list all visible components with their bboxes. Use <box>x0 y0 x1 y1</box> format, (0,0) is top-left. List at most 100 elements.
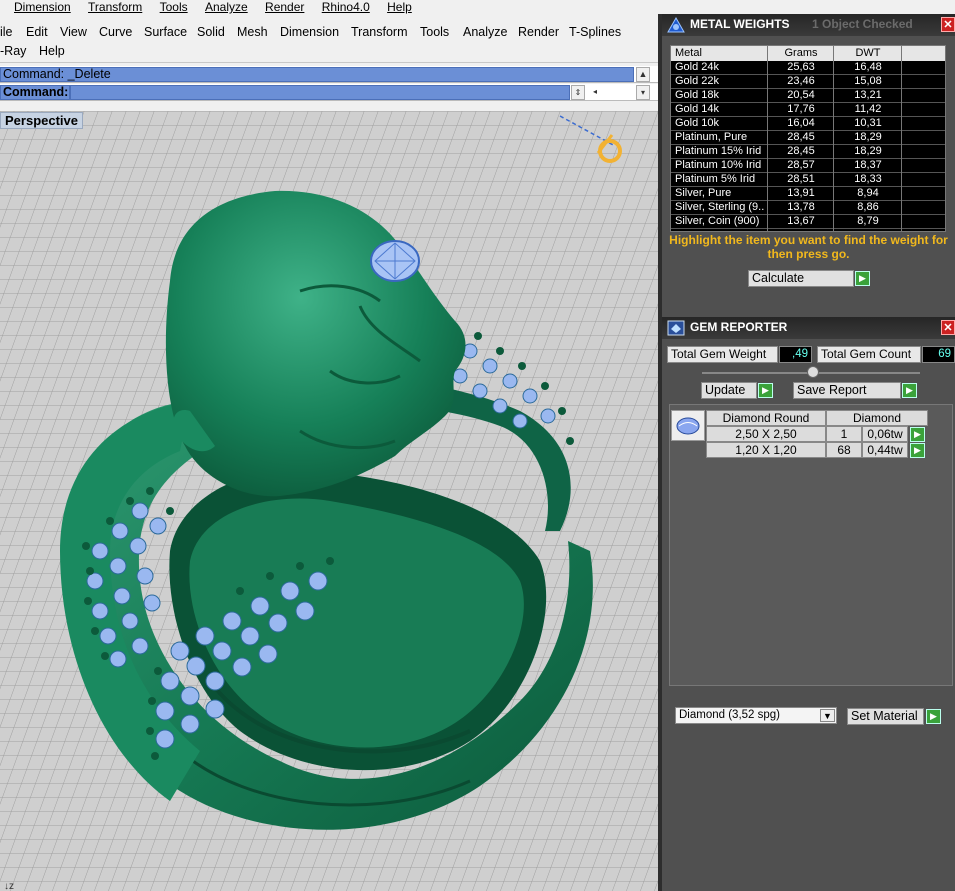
scroll-up-icon[interactable]: ▲ <box>636 67 650 82</box>
scroll-down-icon[interactable]: ▾ <box>636 85 650 100</box>
cell-dwt: 11,42 <box>854 103 882 115</box>
right-panel: METAL WEIGHTS 1 Object Checked ✕ Metal G… <box>658 14 955 891</box>
menu-curve[interactable]: Curve <box>99 25 132 39</box>
splitter-handle-icon[interactable] <box>807 366 819 378</box>
gem-row-count: 1 <box>826 426 862 442</box>
menu-solid[interactable]: Solid <box>197 25 225 39</box>
table-row[interactable]: Gold 22k 23,46 15,08 <box>671 75 945 89</box>
cell-metal: Gold 10k <box>675 117 720 129</box>
cell-metal: Platinum, Pure <box>675 131 748 143</box>
cell-grams: 13,78 <box>787 201 815 213</box>
cell-grams: 28,57 <box>787 159 815 171</box>
cell-dwt: 18,29 <box>854 131 882 143</box>
gem-material: Diamond <box>826 410 928 426</box>
menu-analyze-main[interactable]: Analyze <box>463 25 507 39</box>
table-row[interactable]: Platinum 5% Irid 28,51 18,33 <box>671 173 945 187</box>
menu-view[interactable]: View <box>60 25 87 39</box>
menu-file[interactable]: ile <box>0 25 13 39</box>
calculate-button[interactable]: Calculate <box>748 270 854 287</box>
menu-transform[interactable]: Transform <box>88 0 142 14</box>
update-button[interactable]: Update <box>701 382 757 399</box>
spin-icon[interactable]: ⇕ <box>571 85 585 100</box>
menu-edit[interactable]: Edit <box>26 25 48 39</box>
metal-weights-status: 1 Object Checked <box>812 17 913 31</box>
material-select[interactable]: Diamond (3,52 spg) <box>675 707 837 724</box>
cell-metal: Platinum 10% Irid <box>675 159 762 171</box>
gem-row-go-icon[interactable]: ▶ <box>910 443 925 458</box>
gem-name: Diamond Round <box>706 410 826 426</box>
gem-thumbnail[interactable] <box>671 410 705 441</box>
cell-dwt: 10,31 <box>854 117 882 129</box>
menu-tools[interactable]: Tools <box>160 0 188 14</box>
table-row[interactable]: Silver, Pure 13,91 8,94 <box>671 187 945 201</box>
cell-metal: Silver, Sterling (9... <box>675 201 765 213</box>
table-row[interactable]: Silver, Coin (900) 13,67 8,79 <box>671 215 945 229</box>
menu-analyze[interactable]: Analyze <box>205 0 248 14</box>
close-icon[interactable]: ✕ <box>941 17 955 32</box>
cell-dwt: 8,79 <box>857 215 879 227</box>
metal-weights-table[interactable]: Metal Grams DWT Gold 24k 25,63 16,48 Gold 2… <box>670 45 946 232</box>
perspective-viewport[interactable]: ↓z Perspective <box>0 111 658 891</box>
top-menu-bar: Dimension Transform Tools Analyze Render… <box>0 0 658 14</box>
menu-dimension[interactable]: Dimension <box>14 0 71 14</box>
viewport-title[interactable]: Perspective <box>0 112 83 129</box>
table-row[interactable]: Gold 18k 20,54 13,21 <box>671 89 945 103</box>
close-icon[interactable]: ✕ <box>941 320 955 335</box>
set-material-go-icon[interactable]: ▶ <box>926 709 941 724</box>
menu-dimension-main[interactable]: Dimension <box>280 25 339 39</box>
cell-grams: 28,51 <box>787 173 815 185</box>
menu-rhino4[interactable]: Rhino4.0 <box>322 0 370 14</box>
col-dwt[interactable]: DWT <box>835 47 901 59</box>
command-input[interactable] <box>70 85 570 100</box>
gem-reporter-icon <box>666 319 686 337</box>
cell-grams: 20,54 <box>787 89 815 101</box>
menu-surface[interactable]: Surface <box>144 25 187 39</box>
cell-grams: 28,45 <box>787 145 815 157</box>
menu-vray[interactable]: -Ray <box>0 44 26 58</box>
cell-grams: 13,67 <box>787 215 815 227</box>
col-metal[interactable]: Metal <box>675 47 765 59</box>
cell-grams: 28,45 <box>787 131 815 143</box>
menu-help[interactable]: Help <box>387 0 412 14</box>
table-row[interactable]: Gold 24k 25,63 16,48 <box>671 61 945 75</box>
menu-render[interactable]: Render <box>265 0 304 14</box>
save-report-go-icon[interactable]: ▶ <box>902 383 917 398</box>
menu-mesh[interactable]: Mesh <box>237 25 268 39</box>
table-row[interactable]: Gold 10k 16,04 10,31 <box>671 117 945 131</box>
col-grams[interactable]: Grams <box>769 47 833 59</box>
command-prompt-row: Command: ⇕ ◂ ▾ <box>0 84 658 101</box>
table-row[interactable]: Platinum 10% Irid 28,57 18,37 <box>671 159 945 173</box>
cell-dwt: 8,86 <box>857 201 879 213</box>
chevron-down-icon[interactable]: ▼ <box>820 709 835 722</box>
menu-help-main[interactable]: Help <box>39 44 65 58</box>
set-material-button[interactable]: Set Material <box>847 708 924 725</box>
cell-dwt: 15,08 <box>854 75 882 87</box>
menu-tsplines[interactable]: T-Splines <box>569 25 621 39</box>
gem-row-go-icon[interactable]: ▶ <box>910 427 925 442</box>
cell-metal: Silver, Pure <box>675 187 732 199</box>
menu-transform-main[interactable]: Transform <box>351 25 408 39</box>
menu-tools-main[interactable]: Tools <box>420 25 449 39</box>
save-report-button[interactable]: Save Report <box>793 382 901 399</box>
table-row[interactable]: Platinum 15% Irid 28,45 18,29 <box>671 145 945 159</box>
command-history: Command: _Delete ▲ <box>0 66 658 83</box>
table-row[interactable]: Gold 14k 17,76 11,42 <box>671 103 945 117</box>
metal-weights-icon <box>666 16 686 34</box>
table-row[interactable]: Silver, Sterling (9... 13,78 8,86 <box>671 201 945 215</box>
menu-render-main[interactable]: Render <box>518 25 559 39</box>
calculate-go-icon[interactable]: ▶ <box>855 271 870 286</box>
viewport-canvas[interactable]: ↓z <box>0 111 658 891</box>
axis-label-z: ↓z <box>4 881 14 891</box>
gem-reporter-title: GEM REPORTER <box>690 320 788 334</box>
cell-metal: Platinum 15% Irid <box>675 145 762 157</box>
table-row[interactable]: Platinum, Pure 28,45 18,29 <box>671 131 945 145</box>
cell-grams: 17,76 <box>787 103 815 115</box>
cell-dwt: 16,48 <box>854 61 882 73</box>
cell-dwt: 13,21 <box>854 89 882 101</box>
gem-row-size: 2,50 X 2,50 <box>706 426 826 442</box>
arrow-left-icon[interactable]: ◂ <box>588 85 602 100</box>
gem-row-count: 68 <box>826 442 862 458</box>
update-go-icon[interactable]: ▶ <box>758 383 773 398</box>
gem-list-area[interactable]: Diamond Round Diamond 2,50 X 2,50 1 0,06… <box>669 404 953 686</box>
cell-dwt: 18,33 <box>854 173 882 185</box>
